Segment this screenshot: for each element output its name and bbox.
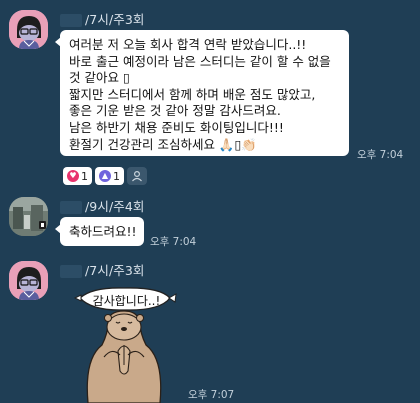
sender-name-text: /7시/주3회 xyxy=(85,12,145,27)
reaction-bar: ♥ 1 ▲ 1 xyxy=(63,167,147,185)
message-line: 축하드려요!! xyxy=(69,224,137,239)
message-bubble[interactable]: 여러분 저 오늘 회사 합격 연락 받았습니다..!! 바로 출근 예정이라 남… xyxy=(55,30,349,156)
person-icon xyxy=(132,170,142,182)
thumbs-up-icon: ▲ xyxy=(99,170,111,182)
blurred-name xyxy=(60,14,82,27)
heart-count: 1 xyxy=(81,169,88,183)
message-line: 남은 하반기 채용 준비도 화이팅입니다!!! xyxy=(69,119,284,135)
message-time: 오후 7:07 xyxy=(188,389,235,401)
sender-name: /7시/주3회 xyxy=(60,260,145,279)
avatar[interactable] xyxy=(9,197,48,236)
message-time: 오후 7:04 xyxy=(150,236,197,248)
sender-name: /9시/주4회 xyxy=(60,196,145,215)
heart-reaction[interactable]: ♥ 1 xyxy=(63,167,92,185)
thumbs-up-reaction[interactable]: ▲ 1 xyxy=(95,167,124,185)
message-line: 바로 출근 예정이라 남은 스터디는 같이 할 수 없을 xyxy=(69,53,331,69)
character-avatar-icon xyxy=(9,10,48,49)
sticker-caption: 감사합니다..! xyxy=(92,294,161,308)
character-avatar-icon xyxy=(9,261,48,300)
sender-name-text: /9시/주4회 xyxy=(85,199,145,214)
avatar[interactable] xyxy=(9,10,48,49)
heart-icon: ♥ xyxy=(67,170,79,182)
sender-name-text: /7시/주3회 xyxy=(85,263,145,278)
message-line: 여러분 저 오늘 회사 합격 연락 받았습니다..!! xyxy=(69,37,307,52)
blurred-name xyxy=(60,201,82,214)
message-line: 환절기 건강관리 조심하세요 🙏🏻▯👏🏻 xyxy=(69,136,257,152)
message-bubble[interactable]: 축하드려요!! xyxy=(55,217,144,246)
sticker[interactable]: 감사합니다..! xyxy=(74,285,184,403)
add-reaction-button[interactable] xyxy=(127,167,147,185)
sender-name: /7시/주3회 xyxy=(60,9,145,28)
blurred-name xyxy=(60,265,82,278)
message-line: 것 같아요 ▯ xyxy=(69,70,130,86)
message-line: 짧지만 스터디에서 함께 하며 배운 점도 많았고, xyxy=(69,86,316,102)
message-line: 좋은 기운 받은 것 같아 정말 감사드려요. xyxy=(69,103,281,119)
message-time: 오후 7:04 xyxy=(357,149,404,161)
thumbs-up-count: 1 xyxy=(113,169,120,183)
avatar[interactable] xyxy=(9,261,48,300)
photo-avatar-icon xyxy=(9,197,48,236)
